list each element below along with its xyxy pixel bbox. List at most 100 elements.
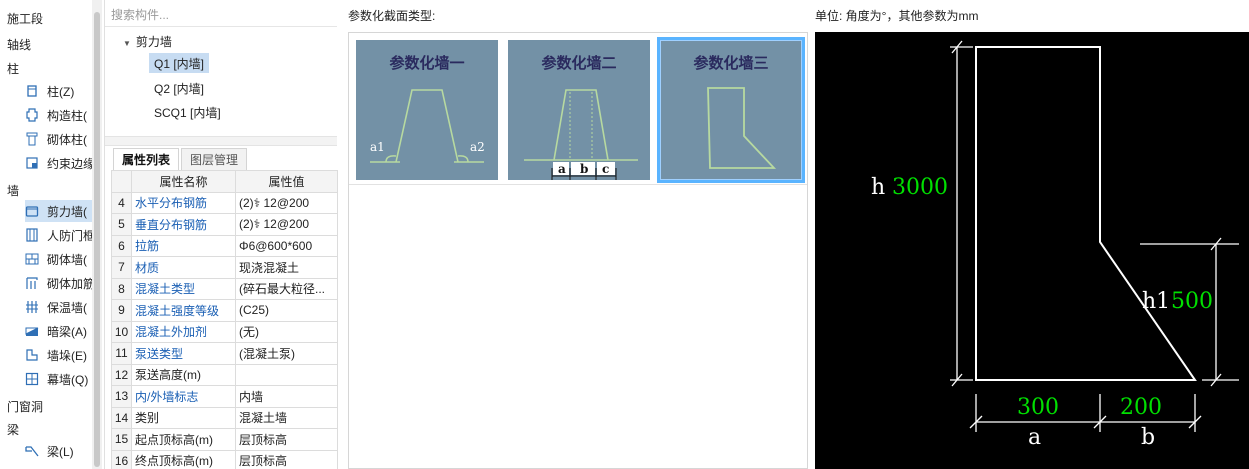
row-index: 5	[111, 213, 132, 236]
section-thumbnails: a1 a2 参数化墙一 a b c 参数化墙二 参数化墙三	[349, 33, 807, 185]
nav-item-label: 幕墙(Q)	[47, 372, 89, 387]
section-preview-drawing: h 3000 h1 500 300 200 a b	[871, 40, 1239, 450]
property-value[interactable]: (C25)	[235, 299, 338, 322]
property-value[interactable]: (碎石最大粒径...	[235, 277, 338, 300]
nav-scrollbar[interactable]	[92, 0, 102, 469]
property-name: 类别	[131, 406, 236, 429]
row-index: 11	[111, 342, 132, 365]
table-row[interactable]: 5 垂直分布钢筋 (2)⚕ 12@200	[111, 213, 338, 236]
property-name: 材质	[131, 256, 236, 279]
property-value[interactable]: 层顶标高	[235, 428, 338, 451]
card-parametric-wall-3[interactable]: 参数化墙三	[657, 37, 805, 183]
table-row[interactable]: 7 材质 现浇混凝土	[111, 256, 338, 279]
b-label: b	[1141, 425, 1155, 450]
units-label: 单位: 角度为°，其他参数为mm	[815, 9, 979, 23]
row-index: 4	[111, 191, 132, 214]
section-type-list: a1 a2 参数化墙一 a b c 参数化墙二 参数化墙三	[348, 32, 808, 469]
insulation-wall-icon	[25, 300, 39, 314]
tree-item-q1[interactable]: Q1 [内墙]	[149, 53, 210, 73]
nav-item-curtain-wall[interactable]: 幕墙(Q)	[25, 368, 92, 390]
property-value[interactable]: (无)	[235, 320, 338, 343]
card-parametric-wall-2[interactable]: a b c 参数化墙二	[505, 37, 653, 183]
nav-item-insulation-wall[interactable]: 保温墙(	[25, 296, 92, 318]
nav-item-column[interactable]: 柱(Z)	[25, 80, 92, 102]
nav-item-wall-pier[interactable]: 墙垛(E)	[25, 344, 92, 366]
column-icon	[25, 84, 39, 98]
nav-item-concealed-beam[interactable]: 暗梁(A)	[25, 320, 92, 342]
property-value[interactable]: 现浇混凝土	[235, 256, 338, 279]
nav-category-door-window[interactable]: 门窗洞	[7, 398, 43, 415]
property-name: 泵送类型	[131, 342, 236, 365]
row-index: 16	[111, 449, 132, 469]
nav-item-civil-defense-door[interactable]: 人防门框	[25, 224, 92, 246]
civil-defense-door-icon	[25, 228, 39, 242]
property-name: 泵送高度(m)	[131, 363, 236, 386]
table-row[interactable]: 11 泵送类型 (混凝土泵)	[111, 342, 338, 365]
table-row[interactable]: 16 终点顶标高(m) 层顶标高	[111, 449, 338, 469]
property-value[interactable]: (2)⚕ 12@200	[235, 213, 338, 236]
table-row[interactable]: 13 内/外墙标志 内墙	[111, 385, 338, 408]
nav-item-label: 柱(Z)	[47, 84, 75, 99]
property-name: 起点顶标高(m)	[131, 428, 236, 451]
property-value[interactable]: 内墙	[235, 385, 338, 408]
nav-item-label: 墙垛(E)	[47, 348, 87, 363]
label-a: a	[558, 162, 566, 176]
nav-item-shear-wall[interactable]: 剪力墙(	[25, 200, 92, 222]
chevron-down-icon[interactable]: ▼	[123, 39, 131, 48]
nav-category-column[interactable]: 柱	[7, 60, 19, 77]
nav-category-axis[interactable]: 轴线	[7, 36, 31, 53]
nav-item-beam[interactable]: 梁(L)	[25, 440, 92, 462]
boundary-element-icon	[25, 156, 39, 170]
tab-property-list[interactable]: 属性列表	[113, 148, 180, 170]
section-type-label: 参数化截面类型:	[348, 9, 436, 23]
card-parametric-wall-1[interactable]: a1 a2 参数化墙一	[353, 37, 501, 183]
table-row[interactable]: 10 混凝土外加剂 (无)	[111, 320, 338, 343]
nav-item-label: 梁(L)	[47, 444, 74, 459]
label-a2: a2	[470, 140, 485, 154]
nav-item-label: 剪力墙(	[47, 204, 87, 219]
table-row[interactable]: 14 类别 混凝土墙	[111, 406, 338, 429]
h1-label: h1	[1142, 289, 1170, 314]
header-property-name: 属性名称	[131, 170, 236, 193]
property-name: 混凝土外加剂	[131, 320, 236, 343]
table-row[interactable]: 15 起点顶标高(m) 层顶标高	[111, 428, 338, 451]
nav-category-beam[interactable]: 梁	[7, 421, 19, 438]
property-tabs: 属性列表 图层管理	[113, 148, 249, 170]
tree-item-q2[interactable]: Q2 [内墙]	[149, 78, 209, 98]
panel-splitter[interactable]	[105, 136, 337, 146]
property-value[interactable]: (2)⚕ 12@200	[235, 191, 338, 214]
row-index: 9	[111, 299, 132, 322]
nav-item-boundary-element[interactable]: 约束边缘	[25, 152, 92, 174]
property-value[interactable]: (混凝土泵)	[235, 342, 338, 365]
property-name: 拉筋	[131, 234, 236, 257]
table-row[interactable]: 12 泵送高度(m)	[111, 363, 338, 386]
nav-category-construction-stage[interactable]: 施工段	[7, 10, 43, 27]
wall-pier-icon	[25, 348, 39, 362]
nav-item-masonry-wall[interactable]: 砌体墙(	[25, 248, 92, 270]
search-input[interactable]: 搜索构件...	[105, 3, 337, 27]
table-row[interactable]: 8 混凝土类型 (碎石最大粒径...	[111, 277, 338, 300]
property-value[interactable]: 层顶标高	[235, 449, 338, 469]
tree-group-shear-wall[interactable]: ▼ 剪力墙	[123, 33, 172, 50]
property-name: 混凝土强度等级	[131, 299, 236, 322]
h1-value: 500	[1171, 289, 1213, 314]
property-value[interactable]	[235, 363, 338, 386]
table-row[interactable]: 4 水平分布钢筋 (2)⚕ 12@200	[111, 191, 338, 214]
row-index: 13	[111, 385, 132, 408]
property-value[interactable]: Φ6@600*600	[235, 234, 338, 257]
label-b: b	[580, 162, 588, 176]
scrollbar-thumb[interactable]	[94, 12, 100, 467]
tree-group-label: 剪力墙	[135, 35, 172, 49]
row-index: 10	[111, 320, 132, 343]
tab-layer-management[interactable]: 图层管理	[181, 148, 248, 170]
property-value[interactable]: 混凝土墙	[235, 406, 338, 429]
masonry-wall-icon	[25, 252, 39, 266]
property-name: 终点顶标高(m)	[131, 449, 236, 469]
nav-item-masonry-reinforcement[interactable]: 砌体加筋	[25, 272, 92, 294]
table-row[interactable]: 9 混凝土强度等级 (C25)	[111, 299, 338, 322]
table-row[interactable]: 6 拉筋 Φ6@600*600	[111, 234, 338, 257]
nav-item-masonry-column[interactable]: 砌体柱(	[25, 128, 92, 150]
tree-item-scq1[interactable]: SCQ1 [内墙]	[149, 102, 226, 122]
nav-category-wall[interactable]: 墙	[7, 182, 19, 199]
nav-item-structural-column[interactable]: 构造柱(	[25, 104, 92, 126]
